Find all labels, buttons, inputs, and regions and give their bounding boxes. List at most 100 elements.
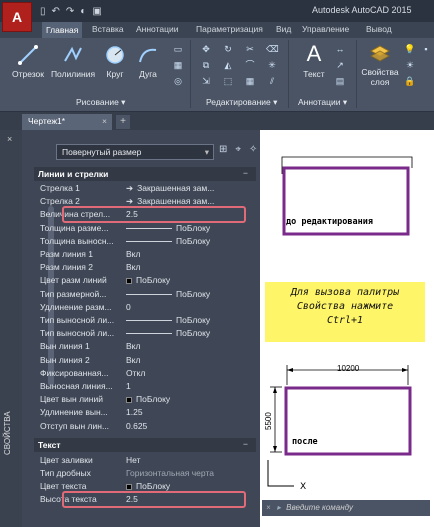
- rotate-icon[interactable]: ↻: [222, 44, 234, 54]
- property-value[interactable]: ➔ Закрашенная зам...: [126, 183, 254, 194]
- leader-icon[interactable]: ↗: [334, 60, 346, 70]
- property-value[interactable]: ПоБлоку: [126, 289, 254, 299]
- property-row[interactable]: Удлинение вын... 1.25: [34, 406, 256, 420]
- property-row[interactable]: Фиксированная... Откл: [34, 367, 256, 381]
- property-value[interactable]: Вкл: [126, 249, 254, 259]
- property-value[interactable]: ПоБлоку: [126, 223, 254, 233]
- command-line[interactable]: × ▸ Введите команду: [262, 500, 430, 516]
- property-row[interactable]: Вын линия 1 Вкл: [34, 340, 256, 354]
- property-label: Тип выносной ли...: [40, 328, 115, 339]
- property-value[interactable]: 1: [126, 381, 254, 391]
- mirror-icon[interactable]: ◭: [222, 60, 234, 70]
- property-value[interactable]: Откл: [126, 368, 254, 378]
- move-icon[interactable]: ✥: [200, 44, 212, 54]
- plot-icon[interactable]: ◐: [80, 6, 86, 17]
- section-lines-and-arrows[interactable]: Линии и стрелки −: [34, 167, 256, 181]
- object-type-select[interactable]: Повернутый размер ▾: [56, 144, 214, 160]
- property-value[interactable]: ПоБлоку: [126, 328, 254, 338]
- rectangle-icon[interactable]: ▭: [172, 44, 184, 54]
- property-row[interactable]: Тип размерной... ПоБлоку: [34, 288, 256, 302]
- tab-home[interactable]: Главная: [42, 22, 83, 38]
- property-value[interactable]: ПоБлоку: [126, 481, 254, 491]
- section-text[interactable]: Текст −: [34, 437, 256, 452]
- close-icon[interactable]: ×: [7, 134, 12, 144]
- redo-icon[interactable]: ↷: [66, 6, 74, 17]
- property-value[interactable]: Вкл: [126, 341, 254, 351]
- offset-icon[interactable]: ⫽: [266, 76, 278, 86]
- property-row[interactable]: Вын линия 2 Вкл: [34, 354, 256, 368]
- property-row[interactable]: Разм линия 1 Вкл: [34, 248, 256, 262]
- text-tool[interactable]: A Текст: [300, 42, 328, 80]
- tab-output[interactable]: Вывод: [366, 24, 392, 34]
- ellipse-icon[interactable]: ◎: [172, 76, 184, 86]
- layer-on-icon[interactable]: 💡: [404, 44, 416, 54]
- property-value[interactable]: Горизонтальная черта: [126, 468, 254, 478]
- panel-label-modify[interactable]: Редактирование ▾: [206, 97, 277, 108]
- layer-freeze-icon[interactable]: ☀: [404, 60, 416, 70]
- property-row[interactable]: Цвет заливки Нет: [34, 454, 256, 468]
- tab-annotate[interactable]: Аннотации: [136, 24, 179, 34]
- property-value[interactable]: ПоБлоку: [126, 236, 254, 246]
- palette-vertical-title: СВОЙСТВА: [3, 411, 12, 455]
- property-row[interactable]: Стрелка 1 ➔ Закрашенная зам...: [34, 182, 256, 196]
- property-row[interactable]: Разм линия 2 Вкл: [34, 261, 256, 275]
- array-icon[interactable]: ▦: [244, 76, 256, 86]
- property-row[interactable]: Удлинение разм... 0: [34, 301, 256, 315]
- property-row[interactable]: Тип выносной ли... ПоБлоку: [34, 314, 256, 328]
- property-value[interactable]: Вкл: [126, 262, 254, 272]
- circle-tool[interactable]: Круг: [100, 44, 130, 79]
- property-row[interactable]: Толщина разме... ПоБлоку: [34, 222, 256, 236]
- new-tab-button[interactable]: +: [116, 115, 130, 129]
- property-row[interactable]: Цвет разм линий ПоБлоку: [34, 274, 256, 288]
- toggle-pickadd-icon[interactable]: ⊞: [219, 144, 227, 155]
- tab-insert[interactable]: Вставка: [92, 24, 124, 34]
- layer-properties-tool[interactable]: Свойства слоя: [360, 42, 400, 87]
- new-icon[interactable]: ▯: [40, 6, 46, 17]
- trim-icon[interactable]: ✂: [244, 44, 256, 54]
- property-value[interactable]: 0.625: [126, 421, 254, 431]
- property-value[interactable]: Нет: [126, 455, 254, 465]
- tab-manage[interactable]: Управление: [302, 24, 349, 34]
- layer-lock-icon[interactable]: 🔒: [404, 76, 416, 86]
- tab-parametric[interactable]: Параметризация: [196, 24, 263, 34]
- hatch-icon[interactable]: ▦: [172, 60, 184, 70]
- property-row[interactable]: Тип дробных Горизонтальная черта: [34, 467, 256, 481]
- close-icon[interactable]: ×: [266, 503, 271, 512]
- palette-title-strip[interactable]: ×: [0, 130, 22, 527]
- explode-icon[interactable]: ✳: [266, 60, 278, 70]
- polyline-tool[interactable]: Полилиния: [48, 44, 98, 79]
- property-row[interactable]: Цвет вын линий ПоБлоку: [34, 393, 256, 407]
- panel-label-draw[interactable]: Рисование ▾: [76, 97, 125, 108]
- panel-label-annotation[interactable]: Аннотации ▾: [298, 97, 347, 108]
- property-value[interactable]: ПоБлоку: [126, 275, 254, 285]
- collapse-icon[interactable]: −: [243, 168, 248, 178]
- property-value[interactable]: 0: [126, 302, 254, 312]
- quick-select-icon[interactable]: ✧: [249, 144, 257, 155]
- erase-icon[interactable]: ⌫: [266, 44, 279, 54]
- property-row[interactable]: Тип выносной ли... ПоБлоку: [34, 327, 256, 341]
- select-objects-icon[interactable]: ⌖: [235, 144, 241, 155]
- property-value[interactable]: 1.25: [126, 407, 254, 417]
- property-row[interactable]: Отступ вын лин... 0.625: [34, 420, 256, 434]
- line-tool[interactable]: Отрезок: [8, 44, 48, 79]
- save-icon[interactable]: ▣: [92, 6, 101, 17]
- document-tab[interactable]: Чертеж1* ×: [22, 114, 112, 130]
- property-value[interactable]: ПоБлоку: [126, 394, 254, 404]
- arc-tool[interactable]: Дуга: [136, 44, 160, 79]
- property-row[interactable]: Толщина выносн... ПоБлоку: [34, 235, 256, 249]
- close-icon[interactable]: ×: [102, 116, 107, 126]
- layer-color-icon[interactable]: ▪: [420, 44, 432, 54]
- dimension-icon[interactable]: ↔: [334, 44, 346, 54]
- property-value[interactable]: Вкл: [126, 355, 254, 365]
- application-menu-button[interactable]: A: [2, 2, 32, 32]
- stretch-icon[interactable]: ⇲: [200, 76, 212, 86]
- property-value[interactable]: ПоБлоку: [126, 315, 254, 325]
- fillet-icon[interactable]: ⌒: [244, 60, 256, 70]
- table-icon[interactable]: ▤: [334, 76, 346, 86]
- property-row[interactable]: Выносная линия... 1: [34, 380, 256, 394]
- scale-icon[interactable]: ⬚: [222, 76, 234, 86]
- copy-icon[interactable]: ⧉: [200, 60, 212, 70]
- undo-icon[interactable]: ↶: [52, 6, 60, 17]
- collapse-icon[interactable]: −: [243, 439, 248, 449]
- tab-view[interactable]: Вид: [276, 24, 291, 34]
